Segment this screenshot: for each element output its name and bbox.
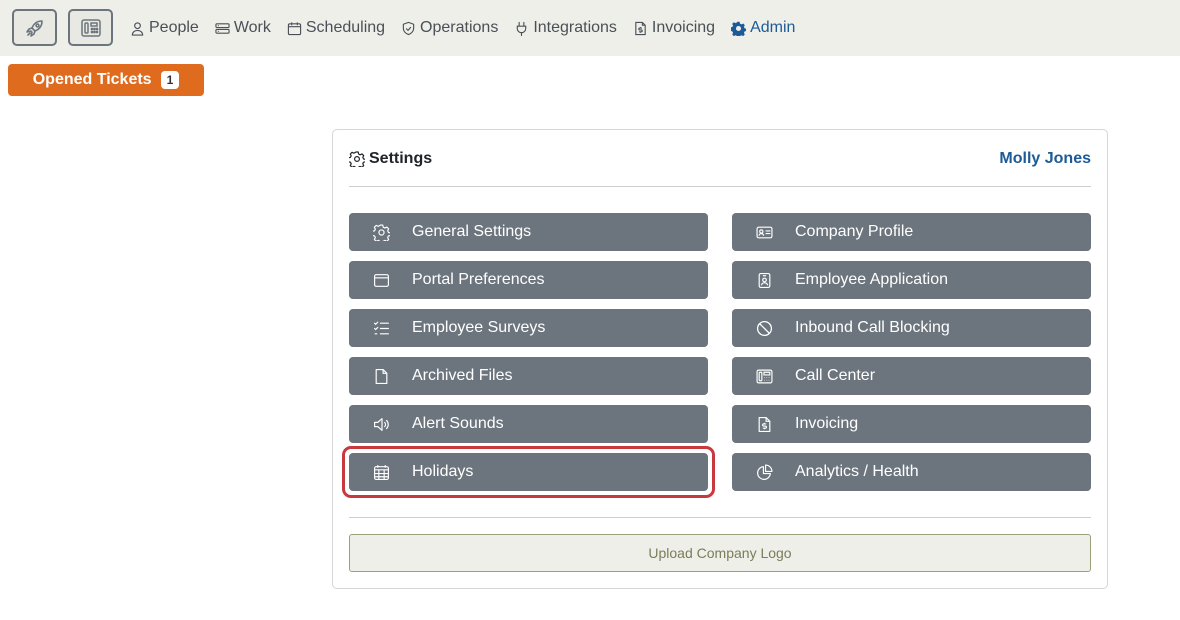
employee-surveys-button[interactable]: Employee Surveys <box>349 309 708 347</box>
opened-tickets-button[interactable]: Opened Tickets 1 <box>8 64 204 96</box>
header-divider <box>349 186 1091 187</box>
fax-icon <box>80 18 101 37</box>
fax-icon <box>756 369 773 383</box>
upload-company-logo-button[interactable]: Upload Company Logo <box>349 534 1091 572</box>
call-center-label: Call Center <box>795 367 876 384</box>
user-name-link[interactable]: Molly Jones <box>999 150 1091 168</box>
nav-integrations[interactable]: Integrations <box>514 19 617 37</box>
calendar-icon <box>287 21 302 35</box>
nav-integrations-label: Integrations <box>533 19 617 36</box>
settings-card: Settings Molly Jones General Settings Po… <box>332 129 1108 589</box>
main-nav: People Work Scheduling Operations Integr… <box>130 0 811 56</box>
nav-people[interactable]: People <box>130 19 199 37</box>
nav-operations-label: Operations <box>420 19 499 36</box>
employee-application-label: Employee Application <box>795 271 948 288</box>
call-center-settings-button[interactable]: Call Center <box>732 357 1091 395</box>
analytics-health-label: Analytics / Health <box>795 463 919 480</box>
settings-header: Settings Molly Jones <box>349 150 1091 168</box>
portal-preferences-button[interactable]: Portal Preferences <box>349 261 708 299</box>
nav-scheduling[interactable]: Scheduling <box>287 19 385 37</box>
gear-icon <box>731 21 747 36</box>
checklist-icon <box>374 321 389 334</box>
launch-button[interactable] <box>12 9 57 46</box>
pie-chart-icon <box>757 463 773 480</box>
archived-files-label: Archived Files <box>412 367 513 384</box>
holidays-button[interactable]: Holidays <box>349 453 708 491</box>
nav-admin[interactable]: Admin <box>731 19 795 37</box>
id-card-icon <box>756 226 773 238</box>
rocket-icon <box>25 19 43 37</box>
window-icon <box>374 273 389 287</box>
alert-sounds-label: Alert Sounds <box>412 415 504 432</box>
tickets-count-badge: 1 <box>160 71 180 89</box>
nav-invoicing[interactable]: Invoicing <box>633 19 715 37</box>
footer-divider <box>349 517 1091 518</box>
alert-sounds-button[interactable]: Alert Sounds <box>349 405 708 443</box>
nav-invoicing-label: Invoicing <box>651 19 716 36</box>
inbound-call-blocking-label: Inbound Call Blocking <box>795 319 950 336</box>
general-settings-button[interactable]: General Settings <box>349 213 708 251</box>
company-profile-label: Company Profile <box>795 223 914 240</box>
gear-icon <box>373 223 390 241</box>
file-dollar-icon <box>758 416 771 432</box>
nav-work[interactable]: Work <box>215 19 271 37</box>
employee-surveys-label: Employee Surveys <box>412 319 546 336</box>
person-badge-icon <box>758 272 771 288</box>
gear-icon <box>349 151 365 167</box>
nav-work-label: Work <box>233 19 271 36</box>
calendar-grid-icon <box>374 464 389 480</box>
speaker-icon <box>374 417 389 431</box>
nav-operations[interactable]: Operations <box>401 19 498 37</box>
nav-scheduling-label: Scheduling <box>305 19 386 36</box>
invoicing-settings-button[interactable]: Invoicing <box>732 405 1091 443</box>
top-navbar: People Work Scheduling Operations Integr… <box>0 0 1180 56</box>
archived-files-button[interactable]: Archived Files <box>349 357 708 395</box>
general-settings-label: General Settings <box>412 223 532 240</box>
opened-tickets-label: Opened Tickets <box>32 71 152 88</box>
employee-application-button[interactable]: Employee Application <box>732 261 1091 299</box>
settings-title-text: Settings <box>369 150 433 167</box>
nav-admin-label: Admin <box>750 19 796 36</box>
stack-icon <box>215 22 230 34</box>
company-profile-button[interactable]: Company Profile <box>732 213 1091 251</box>
invoicing-label: Invoicing <box>795 415 859 432</box>
inbound-call-blocking-button[interactable]: Inbound Call Blocking <box>732 309 1091 347</box>
nav-people-label: People <box>149 19 199 36</box>
plug-icon <box>517 21 527 36</box>
person-icon <box>131 21 144 36</box>
analytics-health-button[interactable]: Analytics / Health <box>732 453 1091 491</box>
call-center-button[interactable] <box>68 9 113 46</box>
holidays-label: Holidays <box>412 463 474 480</box>
block-icon <box>756 320 773 336</box>
file-dollar-icon <box>635 21 646 35</box>
portal-preferences-label: Portal Preferences <box>412 271 545 288</box>
file-icon <box>375 368 388 384</box>
settings-title: Settings <box>349 150 432 168</box>
shield-check-icon <box>402 21 415 35</box>
